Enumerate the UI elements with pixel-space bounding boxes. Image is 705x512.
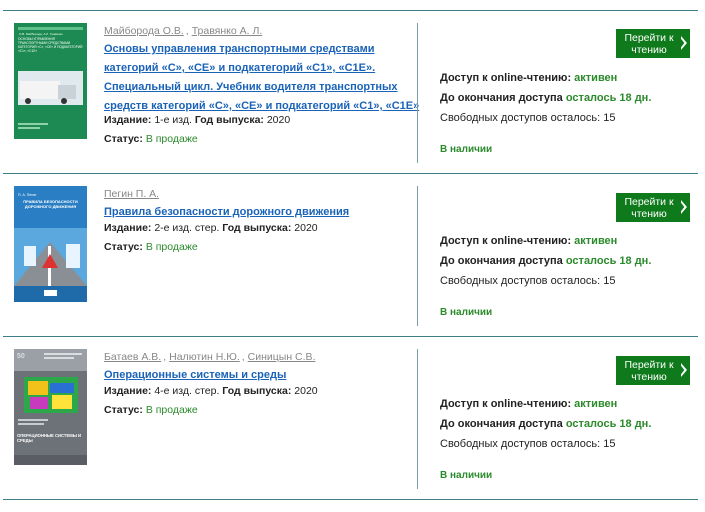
free-value: 15 — [603, 112, 616, 124]
year-value: 2020 — [294, 385, 318, 397]
edition-value: 2-е изд. стер. — [154, 222, 220, 234]
chevron-right-icon — [681, 200, 687, 214]
year-value: 2020 — [294, 222, 318, 234]
free-label: Свободных доступов осталось: — [440, 438, 601, 450]
read-button[interactable]: Перейти к чтению — [616, 193, 690, 222]
read-button[interactable]: Перейти к чтению — [616, 29, 690, 58]
title-line[interactable]: Специальный цикл. Учебник водителя транс… — [104, 78, 414, 97]
book-cover[interactable]: 50 ОПЕРАЦИОННЫЕ СИСТЕМЫ И СРЕДЫ — [14, 349, 87, 465]
remaining-label: До окончания доступа — [440, 255, 563, 267]
access-status: Доступ к online-чтению: активен — [440, 235, 617, 247]
remaining-label: До окончания доступа — [440, 418, 563, 430]
status-info: Статус: В продаже — [104, 241, 198, 253]
status-value: В продаже — [145, 133, 198, 145]
author-link[interactable]: Налютин Н.Ю. — [169, 351, 240, 363]
book-title-link[interactable]: Правила безопасности дорожного движения — [104, 203, 414, 222]
remaining-value: осталось 18 дн. — [565, 255, 652, 267]
title-line[interactable]: Правила безопасности дорожного движения — [104, 203, 414, 222]
free-value: 15 — [603, 275, 616, 287]
remaining-label: До окончания доступа — [440, 92, 563, 104]
author-link[interactable]: Травянко А. Л. — [192, 25, 263, 37]
svg-text:50: 50 — [17, 353, 25, 360]
status-value: В продаже — [145, 404, 198, 416]
read-button[interactable]: Перейти к чтению — [616, 356, 690, 385]
book-item: 50 ОПЕРАЦИОННЫЕ СИСТЕМЫ И СРЕДЫ Батаев А… — [0, 337, 705, 499]
access-label: Доступ к online-чтению: — [440, 72, 572, 84]
book-cover[interactable]: П. А. Пегин ПРАВИЛА БЕЗОПАСНОСТИ ДОРОЖНО… — [14, 186, 87, 302]
read-button-label: Перейти к чтению — [624, 196, 674, 220]
edition-label: Издание: — [104, 222, 152, 234]
access-remaining: До окончания доступа осталось 18 дн. — [440, 92, 651, 104]
access-value: активен — [574, 72, 618, 84]
author-link[interactable]: Синицын С.В. — [248, 351, 316, 363]
edition-info: Издание: 2-е изд. стер. Год выпуска: 202… — [104, 222, 318, 234]
chevron-right-icon — [681, 363, 687, 377]
free-access: Свободных доступов осталось: 15 — [440, 438, 616, 450]
book-item: П. А. Пегин ПРАВИЛА БЕЗОПАСНОСТИ ДОРОЖНО… — [0, 174, 705, 336]
access-remaining: До окончания доступа осталось 18 дн. — [440, 418, 651, 430]
title-line[interactable]: категорий «C», «CE» и подкатегорий «C1»,… — [104, 59, 414, 78]
column-divider — [417, 349, 418, 489]
book-cover[interactable]: О.В. Майборода, А.Л. Травянко ОСНОВЫ УПР… — [14, 23, 87, 139]
book-item: О.В. Майборода, А.Л. Травянко ОСНОВЫ УПР… — [0, 11, 705, 173]
cover-author: О.В. Майборода, А.Л. Травянко — [19, 32, 63, 36]
year-label: Год выпуска: — [222, 222, 292, 234]
author-link[interactable]: Батаев А.В. — [104, 351, 161, 363]
cover-title: ОПЕРАЦИОННЫЕ СИСТЕМЫ И СРЕДЫ — [17, 433, 82, 443]
author-link[interactable]: Пегин П. А. — [104, 188, 159, 200]
status-label: Статус: — [104, 241, 143, 253]
free-label: Свободных доступов осталось: — [440, 112, 601, 124]
remaining-value: осталось 18 дн. — [565, 418, 652, 430]
authors: Батаев А.В., Налютин Н.Ю., Синицын С.В. — [104, 351, 316, 363]
cover-author: П. А. Пегин — [18, 193, 36, 197]
authors: Майборода О.В., Травянко А. Л. — [104, 25, 263, 37]
year-label: Год выпуска: — [222, 385, 292, 397]
author-link[interactable]: Майборода О.В. — [104, 25, 184, 37]
status-info: Статус: В продаже — [104, 404, 198, 416]
availability-badge: В наличии — [440, 470, 493, 481]
edition-value: 4-е изд. стер. — [154, 385, 220, 397]
book-title-link[interactable]: Операционные системы и среды — [104, 366, 414, 385]
availability-badge: В наличии — [440, 307, 493, 318]
edition-info: Издание: 4-е изд. стер. Год выпуска: 202… — [104, 385, 318, 397]
read-button-label: Перейти к чтению — [624, 359, 674, 383]
status-label: Статус: — [104, 133, 143, 145]
access-status: Доступ к online-чтению: активен — [440, 72, 617, 84]
year-label: Год выпуска: — [194, 114, 264, 126]
access-label: Доступ к online-чтению: — [440, 398, 572, 410]
title-line[interactable]: Основы управления транспортными средства… — [104, 40, 414, 59]
status-value: В продаже — [145, 241, 198, 253]
read-button-label: Перейти к чтению — [624, 32, 674, 56]
title-line[interactable]: Операционные системы и среды — [104, 366, 414, 385]
edition-info: Издание: 1-е изд. Год выпуска: 2020 — [104, 114, 290, 126]
access-value: активен — [574, 398, 618, 410]
year-value: 2020 — [266, 114, 291, 126]
cover-title: ПРАВИЛА БЕЗОПАСНОСТИ ДОРОЖНОГО ДВИЖЕНИЯ — [23, 199, 78, 209]
availability-badge: В наличии — [440, 144, 493, 155]
access-label: Доступ к online-чтению: — [440, 235, 572, 247]
authors: Пегин П. А. — [104, 188, 159, 200]
access-value: активен — [574, 235, 618, 247]
column-divider — [417, 186, 418, 326]
column-divider — [417, 23, 418, 163]
free-value: 15 — [603, 438, 616, 450]
status-label: Статус: — [104, 404, 143, 416]
chevron-right-icon — [681, 36, 687, 50]
status-info: Статус: В продаже — [104, 133, 198, 145]
access-remaining: До окончания доступа осталось 18 дн. — [440, 255, 651, 267]
free-access: Свободных доступов осталось: 15 — [440, 112, 616, 124]
free-access: Свободных доступов осталось: 15 — [440, 275, 616, 287]
free-label: Свободных доступов осталось: — [440, 275, 601, 287]
cover-title: ОСНОВЫ УПРАВЛЕНИЯ ТРАНСПОРТНЫМИ СРЕДСТВА… — [18, 37, 83, 53]
book-title-link[interactable]: Основы управления транспортными средства… — [104, 40, 419, 116]
remaining-value: осталось 18 дн. — [565, 92, 652, 104]
edition-label: Издание: — [104, 385, 152, 397]
edition-label: Издание: — [104, 114, 152, 126]
edition-value: 1-е изд. — [154, 114, 192, 126]
divider — [3, 499, 698, 500]
access-status: Доступ к online-чтению: активен — [440, 398, 617, 410]
